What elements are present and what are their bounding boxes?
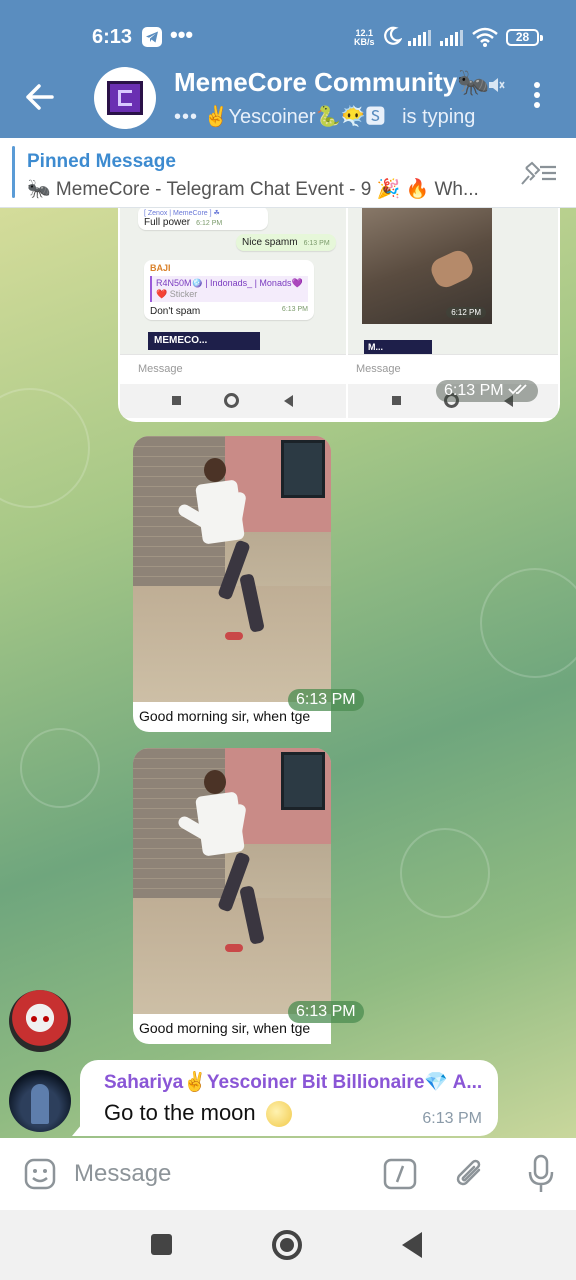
mini-sender: BAJI [150,263,171,273]
album-message[interactable]: [ Zenox | MemeCore ] ☘ Full power 6:12 PM… [118,208,560,422]
telegram-icon [142,27,162,47]
pinned-title: Pinned Message [27,151,176,172]
chat-subtitle: ••• ✌Yescoiner🐍😶‍🌫️🆂 is typing [174,100,475,129]
recents-button[interactable] [151,1234,172,1255]
typing-indicator: ••• [174,106,199,128]
signal-icon [408,30,434,51]
mini-nav-bar [120,384,346,418]
photo[interactable] [133,436,331,702]
moon-face-icon [265,1101,292,1128]
mini-input-bar: Message [120,354,346,384]
mini-top-label: [ Zenox | MemeCore ] ☘ [144,210,220,217]
mini-time: 6:13 PM [281,306,308,313]
pinned-indicator [12,146,15,198]
chat-title[interactable]: MemeCore Community🐜 [174,67,490,98]
wallpaper-doodle [0,388,90,508]
text-message[interactable]: Sahariya✌Yescoiner Bit Billionaire💎 A...… [72,1060,498,1136]
mini-quote: R4N50M🪩 | Indonads_ | Monads💜 ❤️ Sticker [150,276,308,302]
status-time: 6:13 [92,26,133,48]
memecore-logo [107,81,143,115]
photo-message[interactable]: Good morning sir, when tge [133,436,331,732]
group-avatar[interactable] [94,67,156,129]
message-time: 6:13 PM [288,689,364,711]
album-time: 6:13 PM [436,380,539,402]
wifi-icon [472,27,498,52]
mini-time: 6:12 PM [196,220,223,227]
typing-user: ✌Yescoiner🐍😶‍🌫️🆂 [203,106,386,128]
mini-sticker: M... [364,340,432,354]
mini-message: [ Zenox | MemeCore ] ☘ Full power 6:12 PM [138,208,268,230]
bot-commands-icon[interactable] [383,1158,417,1195]
typing-status: is typing [402,106,476,128]
mini-quote-name: R4N50M🪩 | Indonads_ | Monads💜 [156,278,303,288]
message-time: 6:13 PM [288,1001,364,1023]
album-time-text: 6:13 PM [444,382,504,399]
pinned-text: 🐜 MemeCore - Telegram Chat Event - 9 🎉 🔥… [27,179,479,200]
back-button[interactable] [402,1232,422,1258]
mini-photo-time: 6:12 PM [446,307,486,318]
mini-sticker: MEMECO... [148,332,260,350]
status-overflow: ••• [170,22,194,47]
emoji-icon[interactable] [24,1158,56,1195]
muted-icon [487,76,505,99]
home-button[interactable] [272,1230,302,1260]
battery-icon: 28 [506,29,543,46]
message-input[interactable]: Message [74,1160,171,1188]
microphone-icon[interactable] [527,1154,555,1199]
wallpaper-doodle [480,568,576,678]
signal-icon [440,30,466,51]
wallpaper-doodle [20,728,100,808]
back-arrow-icon[interactable] [24,82,58,112]
mini-input-placeholder: Message [138,363,183,375]
more-options-icon[interactable] [534,82,540,112]
pin-list-icon[interactable] [520,160,558,191]
album-photo-left[interactable]: [ Zenox | MemeCore ] ☘ Full power 6:12 PM… [120,208,346,418]
message-composer: Message [0,1138,576,1210]
message-text: Go to the moon [104,1100,292,1128]
photo[interactable] [133,748,331,1014]
moon-icon [382,26,403,51]
chat-area[interactable]: [ Zenox | MemeCore ] ☘ Full power 6:12 PM… [0,208,576,1138]
mini-reply-message: BAJI R4N50M🪩 | Indonads_ | Monads💜 ❤️ St… [144,260,314,320]
sender-avatar[interactable] [9,990,71,1052]
system-navigation-bar [0,1210,576,1280]
message-body: Go to the moon [104,1100,256,1125]
mini-text: Don't spam [150,306,201,317]
read-checkmarks-icon [508,384,527,395]
message-time: 6:13 PM [422,1110,482,1127]
attach-icon[interactable] [453,1156,487,1197]
app-header: 6:13 ••• 12.1 KB/s 28 MemeCore Community… [0,0,576,138]
photo-preview: 6:12 PM [362,208,492,324]
sender-avatar[interactable] [9,1070,71,1132]
pinned-message-bar[interactable]: Pinned Message 🐜 MemeCore - Telegram Cha… [0,138,576,208]
status-bar: 6:13 ••• 12.1 KB/s 28 [0,0,576,70]
mini-message-outgoing: Nice spamm 6:13 PM [236,234,336,251]
photo-message[interactable]: Good morning sir, when tge [133,748,331,1044]
mini-text: Nice spamm [242,237,298,248]
net-speed: 12.1 KB/s [354,29,375,47]
mini-time: 6:13 PM [303,240,330,247]
mini-text: Full power [144,217,191,228]
message-sender[interactable]: Sahariya✌Yescoiner Bit Billionaire💎 A... [104,1070,490,1094]
net-speed-unit: KB/s [354,37,375,47]
mini-input-placeholder: Message [356,363,401,375]
mini-quote-sticker: ❤️ Sticker [156,289,198,299]
wallpaper-doodle [400,828,490,918]
